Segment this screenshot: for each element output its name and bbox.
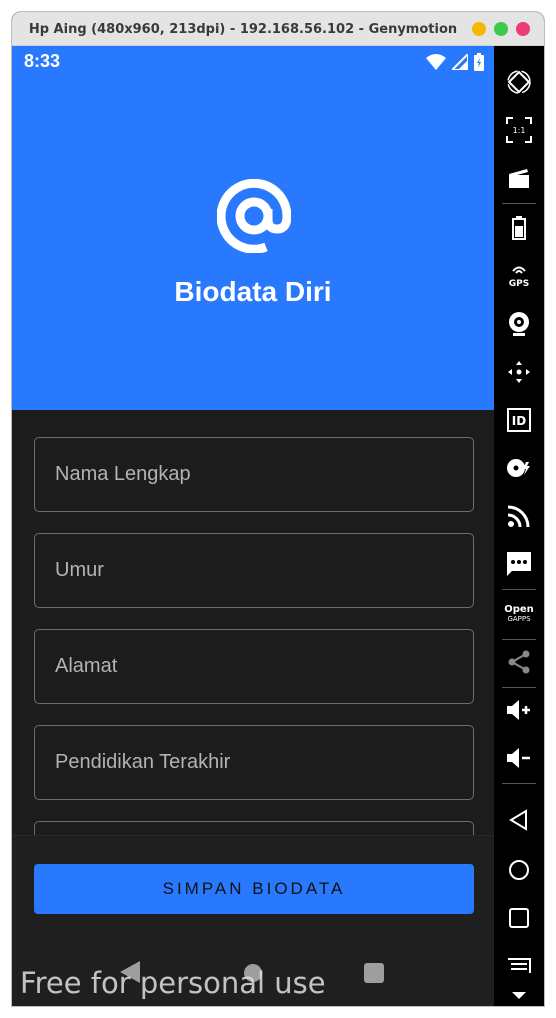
umur-field[interactable]	[34, 533, 474, 608]
pendidikan-terakhir-field[interactable]	[34, 725, 474, 800]
maximize-button[interactable]	[494, 22, 508, 36]
at-sign-icon	[217, 179, 291, 253]
pendidikan-terakhir-input[interactable]	[35, 726, 473, 799]
screen-capture-icon[interactable]	[494, 158, 544, 198]
pixel-perfect-icon[interactable]: 1:1	[494, 110, 544, 150]
umur-input[interactable]	[35, 534, 473, 607]
share-icon[interactable]	[494, 642, 544, 682]
toolbar-separator	[502, 687, 536, 688]
toolbar-separator	[502, 203, 536, 204]
close-button[interactable]	[516, 22, 530, 36]
sms-icon[interactable]	[494, 544, 544, 584]
minimize-button[interactable]	[472, 22, 486, 36]
status-icons	[426, 52, 484, 72]
webcam-icon[interactable]	[494, 304, 544, 344]
alamat-input[interactable]	[35, 630, 473, 703]
android-home-icon[interactable]	[494, 850, 544, 890]
battery-widget-icon[interactable]	[494, 208, 544, 248]
svg-text:ID: ID	[512, 414, 526, 428]
android-back-icon[interactable]	[494, 800, 544, 840]
app-header: 8:33 Biodata Diri	[12, 46, 494, 410]
svg-text:1:1: 1:1	[513, 126, 526, 135]
wifi-icon	[426, 54, 446, 70]
volume-down-icon[interactable]	[494, 738, 544, 778]
device-screen: 8:33 Biodata Diri Nama Lengkap Umur Alam…	[12, 46, 494, 1006]
gps-icon[interactable]: GPS	[494, 256, 544, 296]
rotate-icon[interactable]	[494, 62, 544, 102]
watermark: Free for personal use	[20, 966, 326, 1000]
toolbar-separator	[502, 589, 536, 590]
toolbar-separator	[502, 639, 536, 640]
nama-lengkap-input[interactable]	[35, 438, 473, 511]
android-menu-icon[interactable]	[494, 946, 544, 986]
status-bar: 8:33	[12, 46, 494, 78]
open-gapps-label-top: Open	[504, 604, 534, 615]
svg-text:GPS: GPS	[509, 279, 529, 289]
nav-recent-apps-icon[interactable]	[364, 963, 384, 983]
open-gapps-label-bottom: GAPPS	[507, 615, 531, 623]
cast-icon[interactable]	[494, 496, 544, 536]
page-title: Biodata Diri	[174, 276, 332, 307]
window-title: Hp Aing (480x960, 213dpi) - 192.168.56.1…	[28, 22, 458, 37]
emulator-window: Hp Aing (480x960, 213dpi) - 192.168.56.1…	[12, 12, 544, 1006]
chevron-down-icon[interactable]	[494, 983, 544, 1006]
save-biodata-button[interactable]: SIMPAN BIODATA	[34, 864, 474, 914]
signal-icon	[452, 54, 468, 70]
battery-icon	[474, 53, 484, 71]
nama-lengkap-field[interactable]	[34, 437, 474, 512]
volume-up-icon[interactable]	[494, 690, 544, 730]
window-titlebar[interactable]: Hp Aing (480x960, 213dpi) - 192.168.56.1…	[12, 12, 544, 46]
status-time: 8:33	[24, 51, 61, 71]
device-id-icon[interactable]: ID	[494, 400, 544, 440]
android-recent-apps-icon[interactable]	[494, 898, 544, 938]
open-gapps-icon[interactable]: Open GAPPS	[494, 594, 544, 634]
alamat-field[interactable]	[34, 629, 474, 704]
toolbar-separator	[502, 783, 536, 784]
genymotion-toolbar: 1:1 GPS ID Open GAPPS	[494, 46, 544, 1006]
disk-io-icon[interactable]	[494, 448, 544, 488]
remote-control-icon[interactable]	[494, 352, 544, 392]
